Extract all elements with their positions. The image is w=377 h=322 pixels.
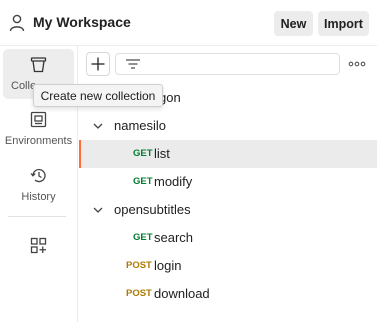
request-name: list: [154, 146, 170, 161]
method-badge: GET: [133, 148, 153, 159]
request-row-modify[interactable]: GET modify: [79, 168, 377, 196]
new-button[interactable]: New: [274, 11, 313, 36]
request-name: modify: [154, 174, 193, 189]
user-icon: [9, 14, 25, 32]
postman-app: My Workspace New Import Colle Environmen…: [0, 0, 377, 322]
tooltip: Create new collection: [33, 84, 163, 107]
sidebar-item-environments[interactable]: Environments: [3, 104, 74, 154]
plus-icon: [91, 57, 105, 71]
method-badge: GET: [133, 176, 153, 187]
request-name: download: [154, 286, 210, 301]
trash-can-icon: [30, 57, 47, 73]
sidebar-item-label: History: [21, 191, 56, 203]
folder-name: namesilo: [114, 118, 167, 133]
filter-icon: [126, 59, 140, 69]
request-row-download[interactable]: POST download: [79, 280, 377, 308]
folder-row-namesilo[interactable]: namesilo: [79, 112, 377, 140]
method-badge: GET: [133, 232, 153, 243]
method-badge: POST: [126, 260, 152, 271]
request-row-search[interactable]: GET search: [79, 224, 377, 252]
sidebar-item-history[interactable]: History: [3, 160, 74, 210]
environment-icon: [30, 111, 47, 128]
import-button[interactable]: Import: [318, 11, 369, 36]
folder-name: opensubtitles: [114, 202, 191, 217]
sidebar-item-configure-workbench[interactable]: [3, 230, 74, 280]
chevron-down-icon: [93, 207, 103, 213]
sidebar-divider: [8, 216, 66, 217]
add-collection-button[interactable]: [86, 52, 110, 76]
workspace-header: My Workspace New Import: [0, 0, 377, 46]
add-workbench-icon: [30, 237, 47, 254]
chevron-down-icon: [93, 123, 103, 129]
request-row-login[interactable]: POST login: [79, 252, 377, 280]
request-name: search: [154, 230, 194, 245]
more-options-icon[interactable]: [348, 58, 366, 70]
filter-input[interactable]: [115, 53, 340, 75]
method-badge: POST: [126, 288, 152, 299]
folder-row-opensubtitles[interactable]: opensubtitles: [79, 196, 377, 224]
sidebar-item-label: Environments: [4, 135, 73, 147]
history-icon: [30, 168, 46, 183]
workspace-title[interactable]: My Workspace: [33, 14, 131, 30]
request-row-list[interactable]: GET list: [79, 140, 377, 168]
request-name: login: [154, 258, 182, 273]
